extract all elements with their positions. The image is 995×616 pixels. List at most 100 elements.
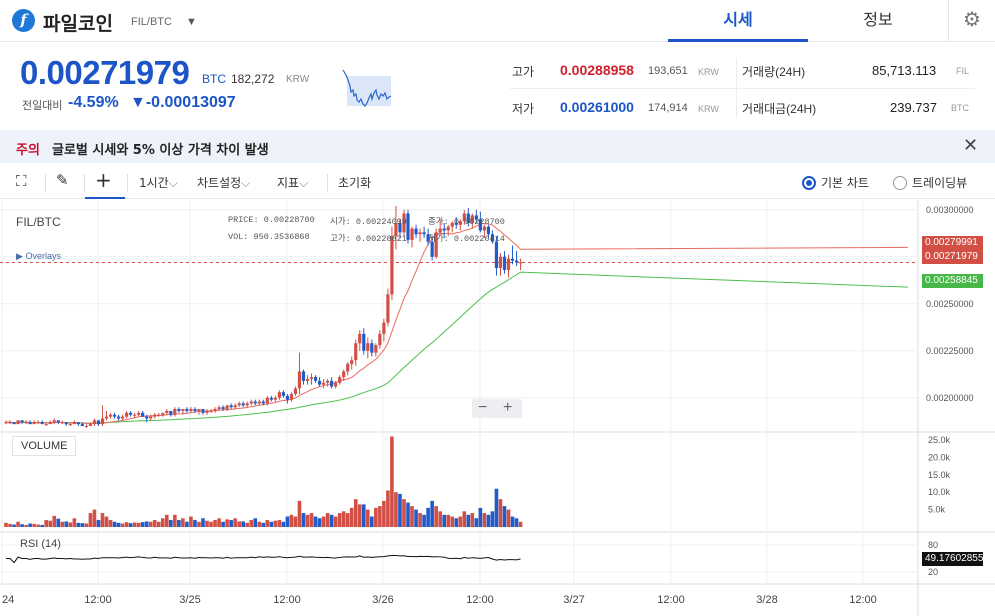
volume-bar [40, 524, 44, 527]
info-vol: VOL: 950.3536868 [228, 232, 310, 242]
volume-bar [209, 521, 213, 527]
tradingview-label[interactable]: 트레이딩뷰 [912, 174, 967, 191]
zoom-in-button[interactable]: + [503, 399, 512, 417]
candle-body [482, 226, 486, 231]
info-open-value: 0.00224099 [355, 217, 407, 227]
volume-bar [100, 513, 105, 527]
time-tick-label: 24 [2, 594, 14, 606]
candle-body [350, 360, 354, 364]
draw-icon[interactable]: ✎ [56, 171, 69, 189]
candle-body [237, 403, 241, 406]
low-krw: 174,914 [648, 102, 688, 114]
info-close: 종가: 0.00228700 [428, 215, 505, 227]
volume-bar [506, 509, 511, 527]
volume-bar [132, 522, 137, 527]
fullscreen-icon[interactable]: ⛶ [16, 172, 27, 190]
volume-bar [470, 513, 475, 527]
candle-body [354, 343, 358, 361]
candle-body [68, 424, 72, 426]
basic-chart-radio[interactable] [802, 176, 816, 190]
volume-bar [112, 521, 117, 527]
volume-bar [253, 518, 258, 527]
volume-bar [237, 521, 241, 527]
volume-bar [305, 514, 310, 527]
candle-body [410, 228, 414, 240]
volume-bar [482, 513, 487, 527]
coin-pair[interactable]: FIL/BTC [131, 16, 172, 28]
volume-bar [104, 516, 109, 527]
rsi-tick-label: 20 [928, 567, 938, 577]
volume-bar [466, 514, 471, 527]
tab-quote[interactable]: 시세 [668, 0, 808, 42]
current-price: 0.00271979 [20, 54, 190, 91]
filecoin-logo-icon: f [12, 9, 35, 32]
volume-bar [241, 521, 245, 527]
volume-bar [273, 520, 278, 527]
tab-info[interactable]: 정보 [808, 0, 948, 42]
indicators-label: 지표 [277, 176, 300, 190]
tradingview-radio[interactable] [893, 176, 907, 190]
volume-bar [229, 520, 233, 527]
volume-bar [265, 520, 270, 527]
info-vol-value: 950.3536868 [253, 232, 310, 242]
zoom-out-button[interactable]: − [478, 399, 487, 417]
candle-body [125, 412, 129, 417]
basic-chart-label[interactable]: 기본 차트 [821, 174, 869, 191]
candle-body [245, 403, 249, 406]
volume-bar [418, 513, 422, 527]
time-tick-label: 3/28 [756, 594, 777, 606]
candle-body [366, 343, 370, 351]
coin-dropdown-icon[interactable]: ▼ [186, 16, 197, 28]
candle-body [185, 409, 189, 411]
reset-button[interactable]: 초기화 [338, 174, 371, 191]
candle-body [261, 401, 265, 404]
time-tick-label: 12:00 [466, 594, 494, 606]
candle-body [273, 397, 277, 400]
candle-body [189, 409, 193, 411]
crosshair-icon[interactable]: + [95, 168, 112, 192]
volume-bar [257, 521, 262, 527]
volume-bar [136, 522, 141, 527]
price-chart[interactable]: 0.003000000.002750000.002500000.00225000… [0, 200, 995, 616]
candle-body [48, 422, 52, 425]
volume-bar [44, 520, 49, 527]
chart-settings-menu[interactable]: 차트설정⌵ [197, 174, 250, 191]
candle-body [414, 228, 418, 235]
overlays-toggle[interactable]: ▶ Overlays [16, 251, 61, 262]
volume-bar [370, 516, 374, 527]
info-price-label: PRICE: [228, 215, 259, 225]
volume-bar [148, 521, 153, 527]
interval-select[interactable]: 1시간⌵ [139, 174, 178, 191]
volume-bar [165, 514, 169, 527]
volume-bar [386, 490, 390, 527]
chart-symbol: FIL/BTC [16, 215, 61, 229]
volume-bar [225, 519, 229, 527]
amount-value: 239.737 [890, 100, 937, 115]
volume-bar [245, 522, 250, 527]
candle-body [137, 412, 141, 415]
info-close-label: 종가: [428, 217, 449, 227]
candle-body [92, 420, 97, 425]
volume-bar [28, 523, 32, 527]
volume-bar [317, 518, 322, 527]
candle-body [249, 401, 253, 404]
indicators-menu[interactable]: 지표⌵ [277, 174, 308, 191]
candle-body [157, 414, 161, 416]
volume-bar [301, 513, 306, 527]
volume-bar [434, 506, 438, 527]
close-icon[interactable]: ✕ [963, 135, 978, 156]
volume-bar [474, 518, 479, 527]
candle-body [514, 260, 519, 263]
time-tick-label: 12:00 [273, 594, 301, 606]
volume-bar [341, 511, 346, 527]
coin-name[interactable]: 파일코인 [43, 9, 113, 36]
gear-icon[interactable]: ⚙ [948, 0, 995, 42]
toolbar-divider [327, 174, 328, 192]
volume-bar [321, 516, 326, 527]
candle-body [108, 414, 113, 417]
high-label: 고가 [512, 65, 535, 79]
volume-bar [438, 511, 442, 527]
volume-bar [4, 522, 8, 527]
volume-bar [24, 524, 28, 527]
candle-body [181, 409, 185, 411]
